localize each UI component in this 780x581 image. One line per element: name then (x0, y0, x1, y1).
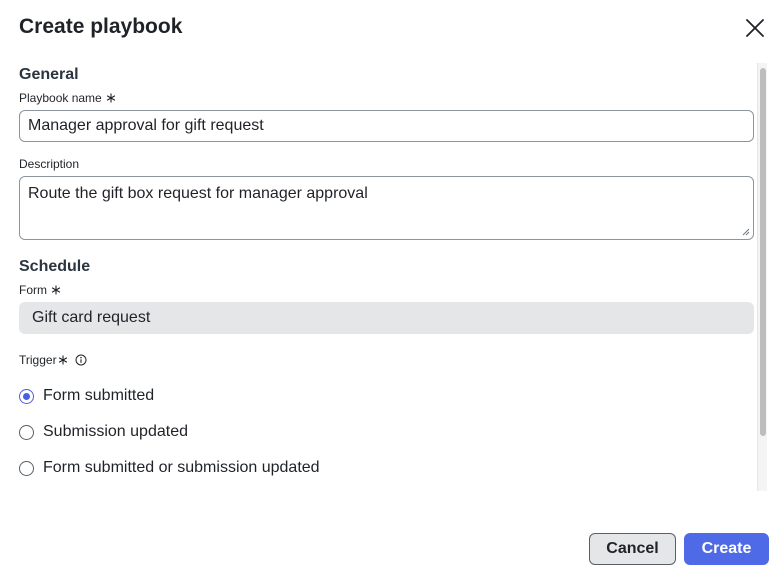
description-textarea[interactable]: Route the gift box request for manager a… (19, 176, 754, 240)
radio-label: Form submitted or submission updated (43, 459, 320, 476)
create-button[interactable]: Create (684, 533, 769, 565)
radio-button-selected[interactable] (19, 388, 34, 404)
trigger-option-submission-updated[interactable]: Submission updated (19, 423, 188, 441)
radio-button[interactable] (19, 424, 34, 440)
playbook-name-label: Playbook name (19, 91, 116, 105)
trigger-option-form-submitted[interactable]: Form submitted (19, 387, 154, 405)
trigger-option-submitted-or-updated[interactable]: Form submitted or submission updated (19, 459, 320, 477)
close-button[interactable] (744, 17, 766, 39)
asterisk-icon (58, 355, 68, 365)
radio-label: Form submitted (43, 387, 155, 404)
playbook-name-label-text: Playbook name (19, 91, 102, 105)
form-label: Form (19, 283, 61, 297)
radio-button[interactable] (19, 460, 34, 476)
asterisk-icon (106, 93, 116, 103)
scrollbar[interactable] (757, 63, 767, 491)
asterisk-icon (51, 285, 61, 295)
description-value: Route the gift box request for manager a… (28, 185, 368, 202)
close-icon (746, 19, 764, 37)
cancel-button[interactable]: Cancel (589, 533, 676, 565)
form-readonly-field: Gift card request (19, 302, 754, 334)
general-heading: General (19, 66, 79, 83)
radio-label: Submission updated (43, 423, 188, 440)
info-icon[interactable] (75, 354, 87, 366)
playbook-name-input[interactable]: Manager approval for gift request (19, 110, 754, 142)
schedule-heading: Schedule (19, 258, 91, 275)
dialog-title: Create playbook (19, 15, 183, 38)
form-value: Gift card request (32, 309, 151, 326)
scrollbar-thumb[interactable] (760, 68, 766, 436)
dialog-content: General Playbook name Manager approval f… (0, 60, 756, 492)
trigger-label: Trigger (19, 353, 87, 367)
form-label-text: Form (19, 283, 47, 297)
description-label: Description (19, 157, 80, 171)
trigger-label-text: Trigger (19, 353, 57, 367)
resize-grip-icon[interactable] (742, 228, 750, 236)
playbook-name-value: Manager approval for gift request (28, 117, 264, 134)
